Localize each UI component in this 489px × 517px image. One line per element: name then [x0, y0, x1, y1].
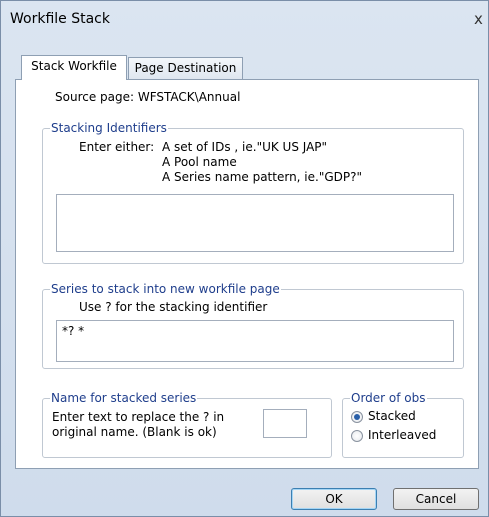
workfile-stack-dialog: Workfile Stack x Stack Workfile Page Des… — [0, 0, 489, 517]
option-pattern-label: A Series name pattern, ie."GDP?" — [162, 170, 363, 184]
series-to-stack-input[interactable]: *? * — [56, 320, 454, 362]
stacked-radio-option[interactable]: Stacked — [351, 409, 459, 427]
stacking-identifiers-input[interactable] — [56, 194, 454, 252]
replace-text-line2: original name. (Blank is ok) — [52, 425, 217, 439]
series-to-stack-legend: Series to stack into new workfile page — [50, 282, 281, 296]
source-page-label: Source page: WFSTACK\Annual — [55, 90, 241, 104]
order-of-obs-legend: Order of obs — [350, 391, 427, 405]
stacked-label: Stacked — [368, 409, 416, 423]
option-ids-label: A set of IDs , ie."UK US JAP" — [162, 140, 328, 154]
name-for-stacked-series-group: Name for stacked series Enter text to re… — [42, 391, 332, 458]
tab-page-destination[interactable]: Page Destination — [128, 57, 243, 79]
interleaved-radio-option[interactable]: Interleaved — [351, 428, 459, 446]
tab-label: Stack Workfile — [31, 59, 117, 73]
ok-button[interactable]: OK — [291, 488, 377, 510]
interleaved-radio[interactable] — [351, 430, 363, 442]
interleaved-label: Interleaved — [368, 428, 437, 442]
dialog-title: Workfile Stack — [10, 11, 110, 27]
series-to-stack-group: Series to stack into new workfile page U… — [42, 282, 464, 369]
stacking-identifiers-legend: Stacking Identifiers — [50, 121, 168, 135]
replace-text-input[interactable] — [263, 409, 307, 438]
name-for-stacked-series-legend: Name for stacked series — [50, 391, 198, 405]
tab-panel-stack-workfile: Source page: WFSTACK\Annual Stacking Ide… — [15, 79, 479, 469]
tab-stack-workfile[interactable]: Stack Workfile — [21, 55, 127, 80]
title-bar[interactable]: Workfile Stack x — [1, 1, 488, 39]
cancel-button[interactable]: Cancel — [393, 488, 479, 510]
stacking-identifiers-group: Stacking Identifiers Enter either: A set… — [42, 121, 464, 264]
tab-label: Page Destination — [134, 61, 237, 75]
enter-either-label: Enter either: — [79, 140, 155, 154]
replace-text-line1: Enter text to replace the ? in — [52, 410, 225, 424]
stacked-radio[interactable] — [351, 411, 363, 423]
stacking-identifier-hint: Use ? for the stacking identifier — [79, 300, 268, 314]
order-of-obs-group: Order of obs Stacked Interleaved — [342, 391, 464, 458]
close-icon[interactable]: x — [474, 10, 483, 28]
option-pool-label: A Pool name — [162, 155, 237, 169]
